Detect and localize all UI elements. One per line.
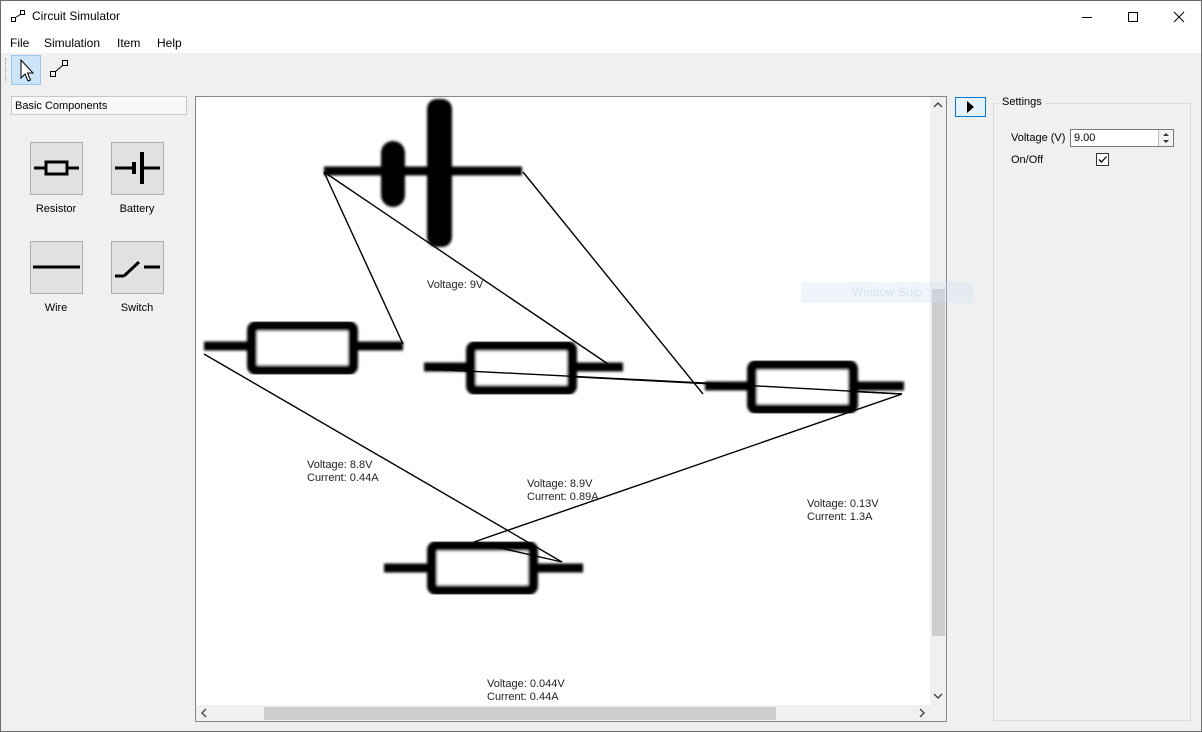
horizontal-scroll-thumb[interactable] xyxy=(264,707,776,720)
cursor-arrow-icon xyxy=(20,58,35,82)
voltage-value: 9.00 xyxy=(1074,132,1096,144)
scroll-right-icon[interactable] xyxy=(916,707,928,719)
run-simulation-button[interactable] xyxy=(955,97,986,117)
label-line: Voltage: 8.9V xyxy=(527,478,593,490)
label-line: Voltage: 0.044V xyxy=(487,678,565,690)
menu-help[interactable]: Help xyxy=(157,36,182,50)
resistor-icon xyxy=(34,160,79,176)
spin-arrows-icon xyxy=(1163,133,1169,143)
resistor-button[interactable] xyxy=(30,142,83,195)
onoff-label: On/Off xyxy=(1011,154,1044,166)
switch-label: Switch xyxy=(120,302,154,314)
battery-component[interactable] xyxy=(324,99,522,247)
title-bar xyxy=(1,1,1201,32)
resistor-label: Resistor xyxy=(35,203,77,215)
minimize-icon xyxy=(1082,16,1092,18)
window-title: Circuit Simulator xyxy=(32,9,121,23)
battery-button[interactable] xyxy=(111,142,164,195)
measurement-label: Voltage: 0.044V Current: 0.44A xyxy=(487,678,565,704)
maximize-button[interactable] xyxy=(1110,1,1156,32)
menu-simulation[interactable]: Simulation xyxy=(44,36,100,50)
label-line: Voltage: 8.8V xyxy=(307,459,373,471)
resistor-component[interactable] xyxy=(384,541,583,595)
toolbar-grip xyxy=(5,58,8,82)
connect-tool-button[interactable] xyxy=(45,55,75,85)
settings-group xyxy=(993,103,1191,721)
scroll-left-icon[interactable] xyxy=(198,707,210,719)
voltage-label: Voltage (V) xyxy=(1011,132,1066,144)
measurement-label: Voltage: 0.13V Current: 1.3A xyxy=(807,498,879,524)
battery-label: Battery xyxy=(119,203,155,215)
basic-components-title: Basic Components xyxy=(15,100,108,112)
spin-buttons[interactable] xyxy=(1158,130,1173,146)
label-line: Current: 0.89A xyxy=(527,491,599,503)
resistor-component[interactable] xyxy=(204,321,403,375)
app-window: Circuit Simulator File Simulation Item H… xyxy=(0,0,1202,732)
checkmark-icon xyxy=(1098,156,1107,163)
settings-title: Settings xyxy=(999,96,1045,108)
play-icon xyxy=(967,101,974,113)
label-line: Voltage: 9V xyxy=(427,279,484,291)
label-line: Current: 0.44A xyxy=(487,691,559,703)
select-tool-button[interactable] xyxy=(11,55,41,85)
circuit-canvas[interactable]: Voltage: 9V Voltage: 8.8V Current: 0.44A… xyxy=(195,96,947,722)
battery-icon xyxy=(115,152,160,184)
voltage-label-battery: Voltage: 9V xyxy=(427,279,483,292)
menu-item[interactable]: Item xyxy=(117,36,140,50)
app-icon xyxy=(11,10,25,22)
vertical-scroll-thumb[interactable] xyxy=(932,289,945,636)
scroll-up-icon[interactable] xyxy=(932,99,944,111)
switch-icon xyxy=(115,260,160,278)
onoff-checkbox[interactable] xyxy=(1096,153,1109,166)
minimize-button[interactable] xyxy=(1064,1,1110,32)
label-line: Current: 1.3A xyxy=(807,511,873,523)
menu-file[interactable]: File xyxy=(10,36,29,50)
measurement-label: Voltage: 8.9V Current: 0.89A xyxy=(527,478,599,504)
resistor-component[interactable] xyxy=(424,341,623,395)
circuit-drawing xyxy=(203,99,904,595)
connect-nodes-icon xyxy=(50,60,68,77)
label-line: Voltage: 0.13V xyxy=(807,498,879,510)
voltage-spinbox[interactable]: 9.00 xyxy=(1070,129,1174,147)
switch-button[interactable] xyxy=(111,241,164,294)
toolbar xyxy=(1,53,1201,87)
wire-button[interactable] xyxy=(30,241,83,294)
wire[interactable] xyxy=(323,171,609,365)
wire-label: Wire xyxy=(44,302,68,314)
close-button[interactable] xyxy=(1156,1,1201,32)
maximize-icon xyxy=(1128,11,1138,22)
window-snip-overlay: Window Snip xyxy=(801,282,973,303)
scroll-down-icon[interactable] xyxy=(932,690,944,702)
scroll-corner xyxy=(930,705,946,721)
label-line: Current: 0.44A xyxy=(307,472,379,484)
measurement-label: Voltage: 8.8V Current: 0.44A xyxy=(307,459,379,485)
wire-icon xyxy=(33,265,80,269)
resistor-component[interactable] xyxy=(705,360,904,414)
basic-components-header[interactable]: Basic Components xyxy=(11,96,187,115)
close-icon xyxy=(1173,11,1185,22)
